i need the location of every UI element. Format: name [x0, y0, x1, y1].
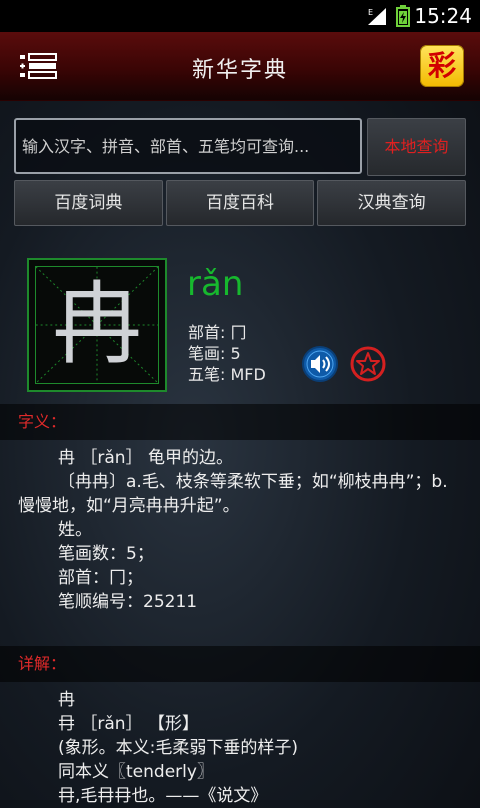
external-lookup-row: 百度词典 百度百科 汉典查询 [14, 180, 467, 226]
radical: 部首: 冂 [188, 323, 247, 342]
stroke-count: 笔画: 5 [188, 344, 241, 363]
detail-line: 同本义〖tenderly〗 [58, 762, 214, 782]
pinyin: rǎn [187, 264, 244, 304]
baidu-baike-button[interactable]: 百度百科 [165, 180, 315, 226]
wubi-code: 五笔: MFD [188, 365, 266, 384]
detail-line: (象形。本义:毛柔弱下垂的样子) [58, 738, 298, 758]
detail-heading: 详解： [0, 646, 480, 682]
network-type: E [368, 8, 373, 17]
page-title: 新华字典 [191, 58, 288, 83]
character-glyph: 冉 [52, 272, 142, 377]
detail-line: 冄,毛冄冄也。——《说文》 [58, 786, 268, 806]
meaning-line: 冉 ［rǎn］ 龟甲的边。 [58, 448, 233, 468]
favorite-star-icon[interactable] [349, 345, 387, 383]
search-input[interactable] [14, 118, 362, 174]
meaning-line: 〔冉冉〕a.毛、枝条等柔软下垂；如“柳枝冉冉”；b.慢慢地，如“月亮冉冉升起”。 [18, 472, 448, 516]
detail-body: 冉 冄 ［rǎn］ 【形】 (象形。本义:毛柔弱下垂的样子) 同本义〖tende… [0, 688, 480, 808]
local-search-button[interactable]: 本地查询 [367, 118, 466, 176]
detail-line: 冉 [58, 690, 75, 710]
character-meta: 部首: 冂 笔画: 5 五笔: MFD [188, 322, 266, 385]
meaning-body: 冉 ［rǎn］ 龟甲的边。 〔冉冉〕a.毛、枝条等柔软下垂；如“柳枝冉冉”；b.… [0, 446, 480, 614]
color-theme-button[interactable]: 彩 [420, 45, 464, 87]
clock: 15:24 [414, 4, 472, 28]
meaning-line: 笔顺编号：25211 [58, 592, 198, 612]
battery-icon [396, 5, 410, 27]
app-header: 新华字典 彩 [0, 32, 480, 101]
speaker-icon[interactable] [301, 345, 339, 383]
baidu-dictionary-button[interactable]: 百度词典 [14, 180, 163, 226]
character-grid: 冉 [27, 258, 167, 392]
signal-icon: E [368, 8, 386, 25]
meaning-line: 姓。 [58, 520, 92, 540]
zdic-button[interactable]: 汉典查询 [317, 180, 467, 226]
meaning-line: 部首：冂； [58, 568, 143, 588]
detail-line: 冄 ［rǎn］ 【形】 [58, 714, 199, 734]
search-bar: 本地查询 [14, 118, 466, 176]
meaning-heading: 字义： [0, 404, 480, 440]
meaning-line: 笔画数：5； [58, 544, 154, 564]
status-bar: E 15:24 [0, 0, 480, 32]
